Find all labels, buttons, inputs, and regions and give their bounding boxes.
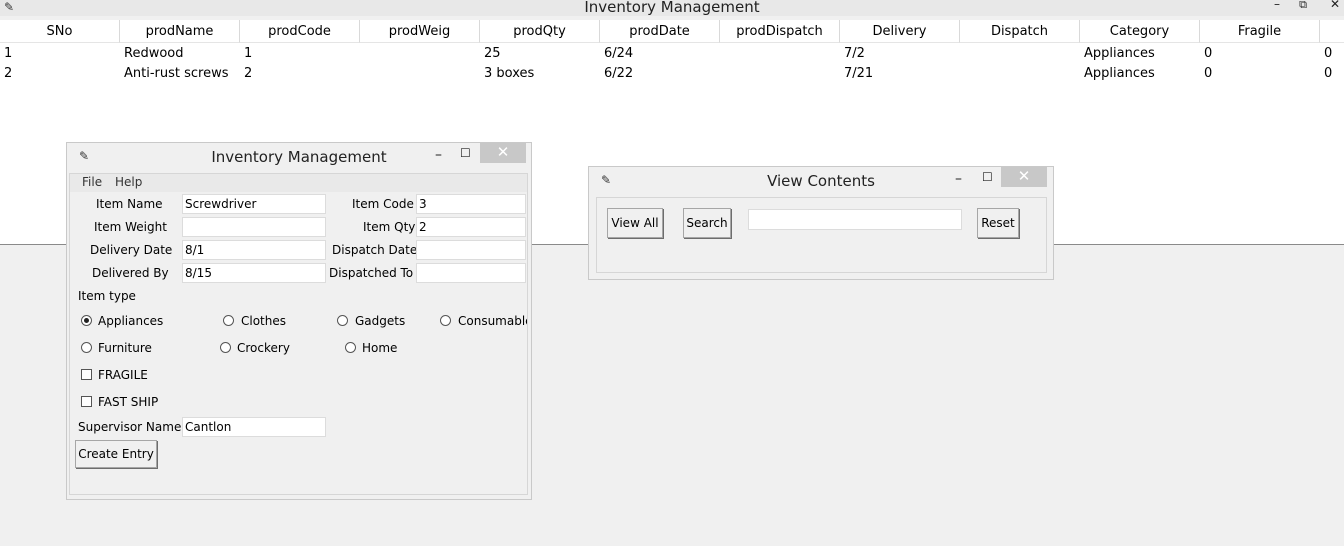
item-qty-input[interactable]: 2 xyxy=(416,217,526,237)
menu-file[interactable]: File xyxy=(82,175,102,189)
column-header-sno[interactable]: SNo xyxy=(0,20,120,43)
column-header-prodname[interactable]: prodName xyxy=(120,20,240,43)
view-all-button[interactable]: View All xyxy=(607,208,663,238)
column-header-extra xyxy=(1320,20,1344,43)
minimize-button[interactable]: – xyxy=(955,171,962,187)
radio-crockery[interactable] xyxy=(220,342,231,353)
item-code-input[interactable]: 3 xyxy=(416,194,526,214)
fast-ship-checkbox[interactable] xyxy=(81,396,92,407)
item-code-label: Item Code xyxy=(352,197,414,211)
cell-name: Anti-rust screws xyxy=(124,66,229,81)
supervisor-name-label: Supervisor Name xyxy=(78,420,182,434)
search-input[interactable] xyxy=(748,209,962,230)
cell-qty: 25 xyxy=(484,46,501,61)
main-window-title: Inventory Management xyxy=(584,0,760,16)
cell-code: 1 xyxy=(244,46,253,61)
column-header-delivery[interactable]: Delivery xyxy=(840,20,960,43)
cell-qty: 3 boxes xyxy=(484,66,535,81)
column-header-proddate[interactable]: prodDate xyxy=(600,20,720,43)
column-header-category[interactable]: Category xyxy=(1080,20,1200,43)
delivered-by-input[interactable]: 8/15 xyxy=(182,263,326,283)
cell-extra: 0 xyxy=(1324,46,1333,61)
fast-ship-checkbox-label[interactable]: FAST SHIP xyxy=(98,395,158,409)
item-name-input[interactable]: Screwdriver xyxy=(182,194,326,214)
view-body: View All Search Reset xyxy=(596,197,1047,273)
create-entry-button[interactable]: Create Entry xyxy=(75,440,157,468)
delivery-date-label: Delivery Date xyxy=(90,243,173,257)
dispatch-date-input[interactable] xyxy=(416,240,526,260)
radio-consumable[interactable] xyxy=(440,315,451,326)
cell-extra: 0 xyxy=(1324,66,1333,81)
item-weight-input[interactable] xyxy=(182,217,326,237)
dispatched-to-input[interactable] xyxy=(416,263,526,283)
radio-gadgets-label[interactable]: Gadgets xyxy=(355,314,405,328)
cell-code: 2 xyxy=(244,66,253,81)
radio-clothes-label[interactable]: Clothes xyxy=(241,314,286,328)
column-header-fragile[interactable]: Fragile xyxy=(1200,20,1320,43)
item-qty-label: Item Qty xyxy=(363,220,416,234)
radio-appliances-label[interactable]: Appliances xyxy=(98,314,163,328)
cell-sno: 2 xyxy=(4,66,13,81)
cell-sno: 1 xyxy=(4,46,13,61)
radio-gadgets[interactable] xyxy=(337,315,348,326)
item-name-label: Item Name xyxy=(96,197,163,211)
item-type-label: Item type xyxy=(78,289,136,303)
cell-delivery: 7/21 xyxy=(844,66,874,81)
radio-furniture-label[interactable]: Furniture xyxy=(98,341,152,355)
radio-furniture[interactable] xyxy=(81,342,92,353)
reset-button[interactable]: Reset xyxy=(977,208,1019,238)
supervisor-name-input[interactable]: Cantlon xyxy=(182,417,326,437)
restore-button[interactable]: ⧉ xyxy=(1296,0,1310,12)
cell-fragile: 0 xyxy=(1204,46,1213,61)
form-titlebar: ✎ Inventory Management – ☐ ✕ xyxy=(67,143,531,171)
item-weight-label: Item Weight xyxy=(94,220,167,234)
close-button[interactable]: ✕ xyxy=(1001,167,1047,187)
main-titlebar: ✎ Inventory Management – ⧉ ✕ xyxy=(0,0,1344,16)
dispatched-to-label: Dispatched To xyxy=(329,266,414,280)
table-header: SNo prodName prodCode prodWeig prodQty p… xyxy=(0,20,1344,43)
radio-clothes[interactable] xyxy=(223,315,234,326)
close-button[interactable]: ✕ xyxy=(480,143,526,163)
cell-delivery: 7/2 xyxy=(844,46,865,61)
column-header-prodweig[interactable]: prodWeig xyxy=(360,20,480,43)
fragile-checkbox-label[interactable]: FRAGILE xyxy=(98,368,148,382)
maximize-button[interactable]: ☐ xyxy=(982,170,993,184)
search-button[interactable]: Search xyxy=(683,208,731,238)
column-header-prodqty[interactable]: prodQty xyxy=(480,20,600,43)
minimize-button[interactable]: – xyxy=(1270,0,1284,11)
radio-appliances[interactable] xyxy=(81,315,92,326)
dispatch-date-label: Dispatch Date xyxy=(332,243,418,257)
menu-bar: File Help xyxy=(70,174,527,192)
column-header-proddispatch[interactable]: prodDispatch xyxy=(720,20,840,43)
cell-category: Appliances xyxy=(1084,66,1155,81)
form-window: ✎ Inventory Management – ☐ ✕ File Help I… xyxy=(66,142,532,500)
radio-home[interactable] xyxy=(345,342,356,353)
view-contents-window: ✎ View Contents – ☐ ✕ View All Search Re… xyxy=(588,166,1054,280)
minimize-button[interactable]: – xyxy=(435,147,442,163)
cell-fragile: 0 xyxy=(1204,66,1213,81)
delivery-date-input[interactable]: 8/1 xyxy=(182,240,326,260)
column-header-prodcode[interactable]: prodCode xyxy=(240,20,360,43)
column-header-dispatch[interactable]: Dispatch xyxy=(960,20,1080,43)
radio-home-label[interactable]: Home xyxy=(362,341,397,355)
table-row[interactable]: 2 Anti-rust screws 2 3 boxes 6/22 7/21 A… xyxy=(0,64,1344,84)
radio-crockery-label[interactable]: Crockery xyxy=(237,341,290,355)
radio-consumable-label[interactable]: Consumable xyxy=(458,314,527,328)
table-row[interactable]: 1 Redwood 1 25 6/24 7/2 Appliances 0 0 xyxy=(0,44,1344,64)
delivered-by-label: Delivered By xyxy=(92,266,169,280)
view-titlebar: ✎ View Contents – ☐ ✕ xyxy=(589,167,1053,195)
cell-date: 6/22 xyxy=(604,66,634,81)
cell-date: 6/24 xyxy=(604,46,634,61)
fragile-checkbox[interactable] xyxy=(81,369,92,380)
cell-category: Appliances xyxy=(1084,46,1155,61)
maximize-button[interactable]: ☐ xyxy=(460,146,471,160)
form-body: File Help Item Name Screwdriver Item Cod… xyxy=(69,173,528,495)
close-button[interactable]: ✕ xyxy=(1326,0,1344,11)
cell-name: Redwood xyxy=(124,46,184,61)
menu-help[interactable]: Help xyxy=(115,175,142,189)
